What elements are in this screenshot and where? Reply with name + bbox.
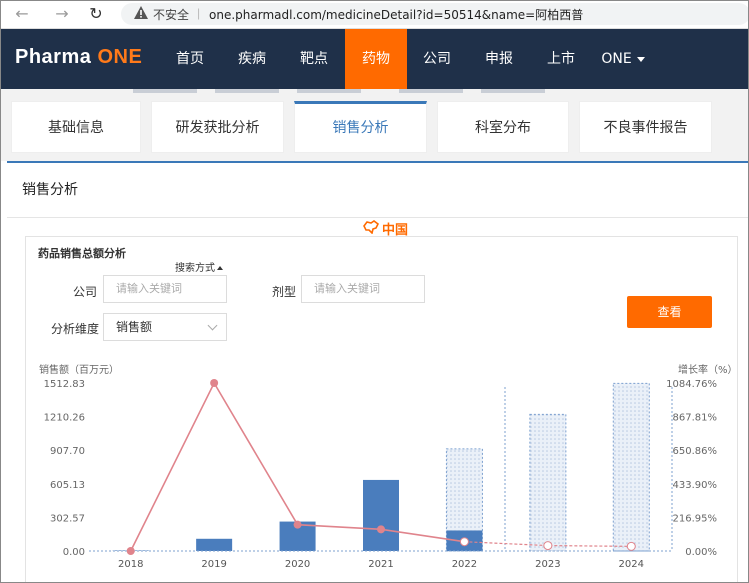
search-mode-toggle[interactable]: 搜索方式 <box>175 259 223 274</box>
nav-shadow <box>215 89 279 93</box>
nav-item-home[interactable]: 首页 <box>164 29 216 89</box>
divider <box>7 217 748 218</box>
tab-underline <box>7 161 748 163</box>
tab-basic-info[interactable]: 基础信息 <box>11 101 141 153</box>
reload-icon[interactable]: ↻ <box>87 5 105 23</box>
panel-title: 药品销售总额分析 <box>38 247 126 260</box>
browser-toolbar: ← → ↻ 不安全 | one.pharmadl.com/medicineDet… <box>1 1 748 29</box>
nav-shadow <box>297 89 361 93</box>
left-axis-title: 销售额（百万元） <box>39 365 119 376</box>
nav-item-filing[interactable]: 申报 <box>473 29 525 89</box>
nav-item-market[interactable]: 上市 <box>535 29 587 89</box>
dosage-input[interactable]: 请输入关键词 <box>301 275 425 303</box>
section-title: 销售分析 <box>22 182 78 198</box>
tab-sales-analysis[interactable]: 销售分析 <box>294 101 427 153</box>
app-window: ← → ↻ 不安全 | one.pharmadl.com/medicineDet… <box>0 0 749 583</box>
caret-down-icon <box>636 56 645 62</box>
dimension-label: 分析维度 <box>51 322 100 336</box>
tab-adverse-events[interactable]: 不良事件报告 <box>579 101 712 153</box>
tab-rd-approval[interactable]: 研发获批分析 <box>151 101 284 153</box>
company-label: 公司 <box>73 285 98 299</box>
query-button[interactable]: 查看 <box>627 296 712 328</box>
tab-department[interactable]: 科室分布 <box>437 101 569 153</box>
logo[interactable]: Pharma ONE <box>15 46 142 69</box>
china-map-icon <box>363 220 379 234</box>
nav-item-company[interactable]: 公司 <box>411 29 463 89</box>
nav-shadow <box>399 89 463 93</box>
company-input[interactable]: 请输入关键词 <box>103 275 227 303</box>
dimension-select[interactable]: 销售额 <box>103 313 227 341</box>
chevron-down-icon <box>207 320 218 331</box>
caret-up-icon <box>217 266 223 270</box>
security-label: 不安全 <box>153 8 190 22</box>
url-text[interactable]: one.pharmadl.com/medicineDetail?id=50514… <box>209 6 583 23</box>
right-axis-title: 增长率（%） <box>678 365 738 376</box>
nav-item-one-menu[interactable]: ONE <box>595 29 651 89</box>
top-nav: Pharma ONE 首页 疾病 靶点 药物 公司 申报 上市 ONE <box>1 29 748 89</box>
dosage-label: 剂型 <box>272 285 297 299</box>
nav-shadow <box>133 89 197 93</box>
warning-icon <box>134 6 148 19</box>
back-icon[interactable]: ← <box>13 5 31 23</box>
nav-item-target[interactable]: 靶点 <box>288 29 340 89</box>
forward-icon[interactable]: → <box>53 5 71 23</box>
dimension-value: 销售额 <box>116 320 153 334</box>
nav-shadow <box>481 89 545 93</box>
nav-item-disease[interactable]: 疾病 <box>226 29 278 89</box>
address-separator: | <box>197 6 201 20</box>
nav-item-drug[interactable]: 药物 <box>345 29 407 89</box>
